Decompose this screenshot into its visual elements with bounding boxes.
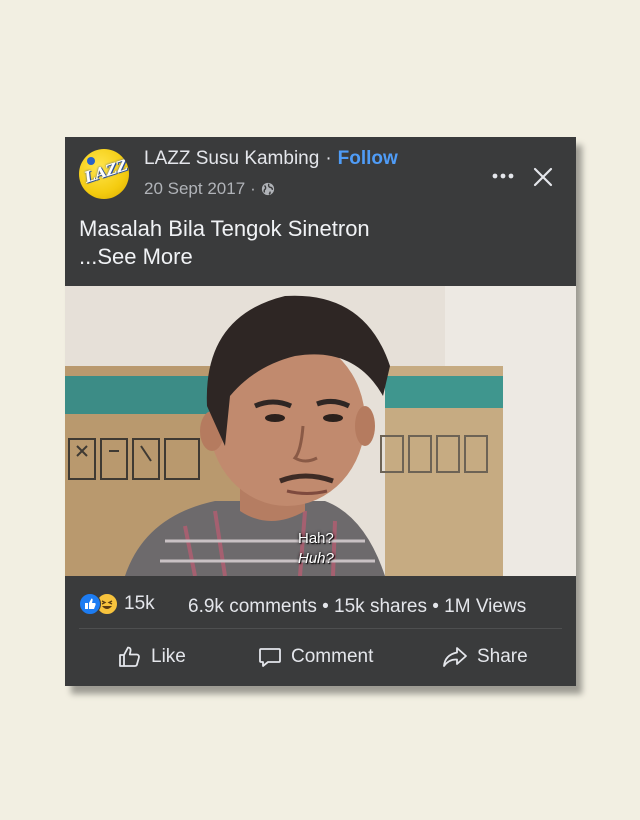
subtitle-line-2: Huh? [298, 550, 334, 567]
post-actions: Like Comment Share [65, 629, 576, 686]
post-stats: 15k 6.9k comments • 15k shares • 1M View… [65, 576, 576, 628]
post-header: LAZZ LAZZ Susu Kambing · Follow 20 Sept 20… [65, 137, 576, 207]
comment-icon [259, 648, 281, 667]
share-arrow-icon [443, 647, 467, 667]
page-name-link[interactable]: LAZZ Susu Kambing [144, 148, 319, 169]
share-label: Share [477, 646, 528, 667]
meta-separator: · [250, 179, 256, 198]
share-button[interactable]: Share [441, 637, 528, 677]
post-title-line: LAZZ Susu Kambing · Follow [144, 148, 398, 170]
close-icon[interactable] [531, 165, 555, 189]
reactions-summary[interactable]: 15k [79, 593, 155, 615]
like-icon [79, 593, 101, 615]
follow-button[interactable]: Follow [338, 148, 398, 169]
comment-button[interactable]: Comment [257, 637, 373, 677]
avatar-dot [87, 157, 95, 165]
post-date[interactable]: 20 Sept 2017 [144, 179, 245, 199]
comment-label: Comment [291, 646, 374, 667]
reaction-count: 15k [124, 593, 155, 614]
subtitle-line-1: Hah? [298, 530, 334, 547]
globe-icon [261, 182, 274, 196]
engagement-summary[interactable]: 6.9k comments • 15k shares • 1M Views [188, 596, 526, 618]
post-caption: Masalah Bila Tengok Sinetron ...See More [79, 215, 559, 271]
caption-text: Masalah Bila Tengok Sinetron [79, 216, 370, 241]
post-meta: 20 Sept 2017 · [144, 179, 275, 199]
like-button[interactable]: Like [117, 637, 186, 677]
see-more-link[interactable]: ...See More [79, 243, 559, 271]
post-card: LAZZ LAZZ Susu Kambing · Follow 20 Sept 20… [65, 137, 576, 686]
thumbs-up-icon [119, 646, 140, 667]
video-player[interactable]: Hah? Huh? [65, 286, 576, 576]
more-options-icon[interactable] [491, 164, 515, 188]
video-subtitles: Hah? Huh? [298, 529, 334, 569]
like-label: Like [151, 646, 186, 667]
page-avatar[interactable]: LAZZ [79, 149, 129, 199]
title-separator: · [325, 148, 332, 169]
